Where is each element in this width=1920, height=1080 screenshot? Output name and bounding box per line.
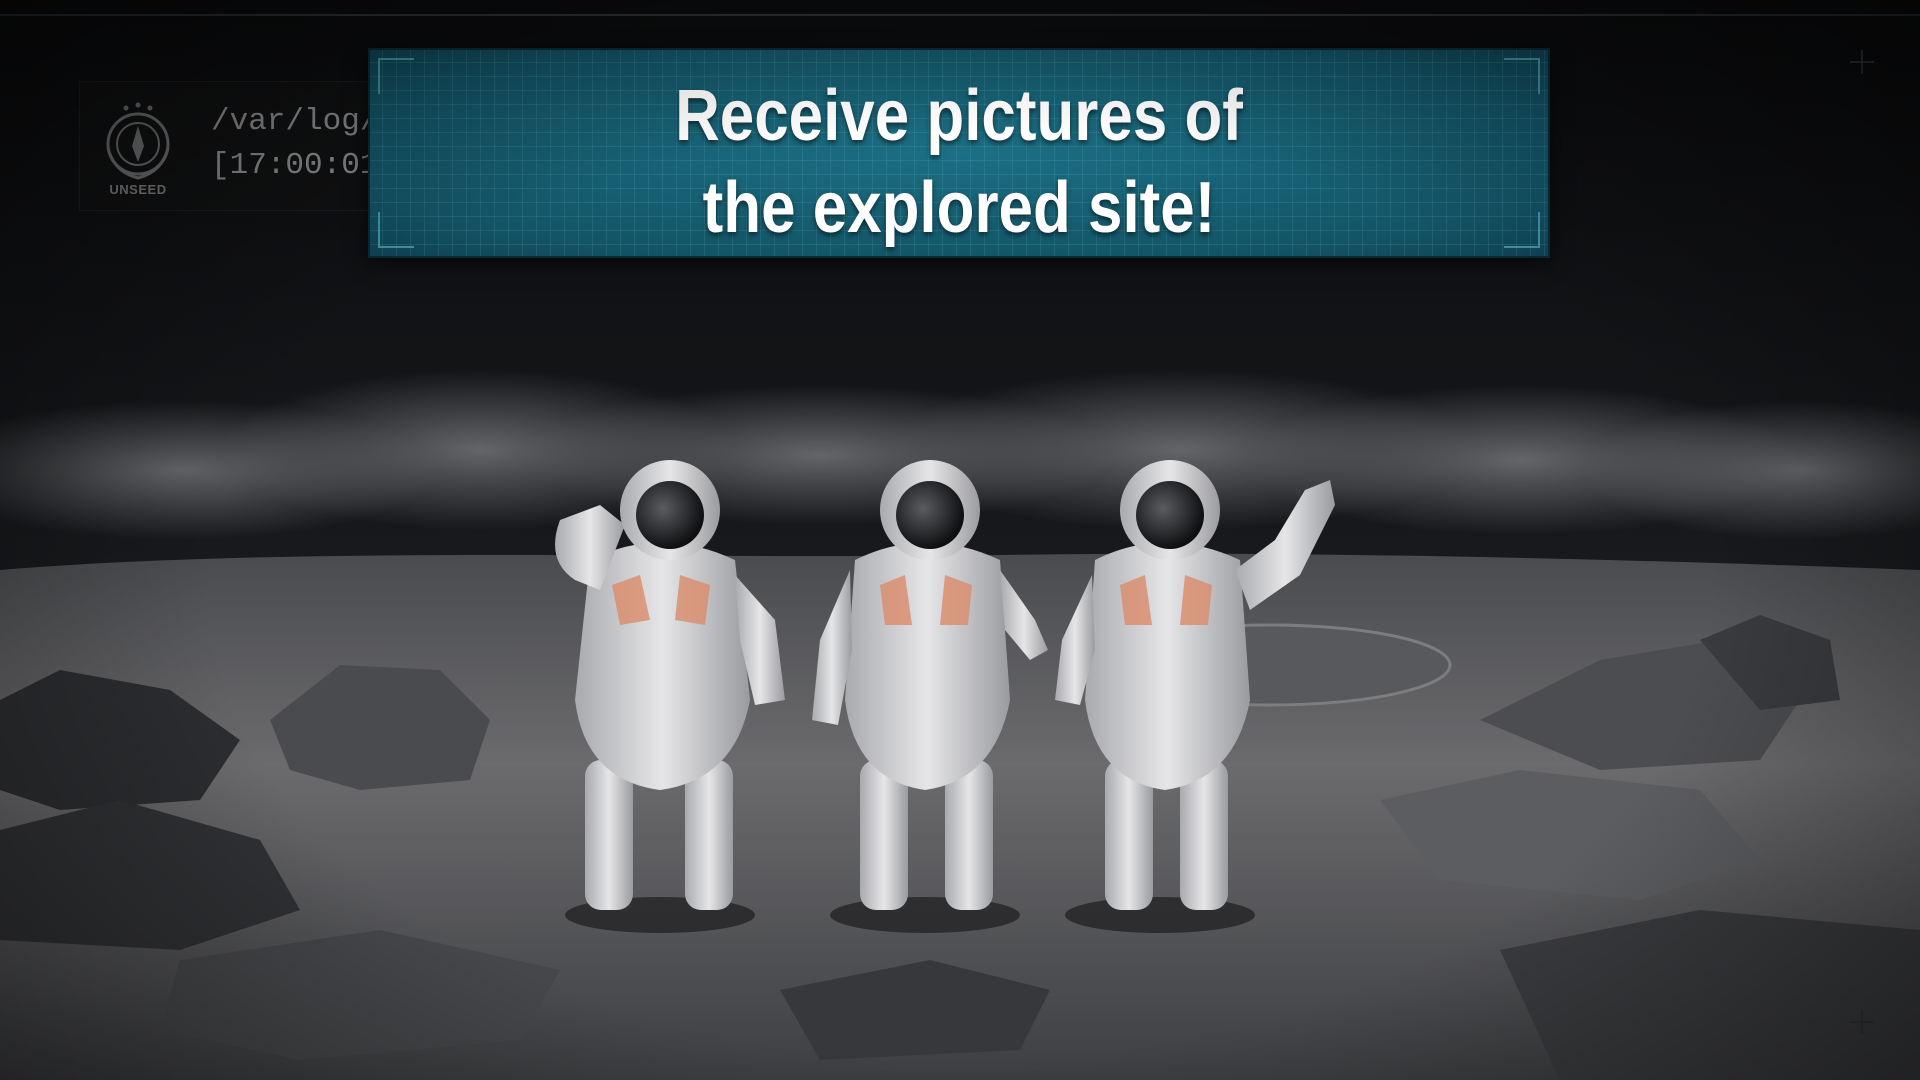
- banner-title: Receive pictures of the explored site!: [451, 70, 1468, 254]
- top-frame-line: [0, 14, 1920, 16]
- banner-corner-mark: [1504, 58, 1540, 94]
- game-screen: UNSEED /var/log/orp [17:00:01] Receive p…: [0, 0, 1920, 1080]
- banner-corner-mark: [378, 58, 414, 94]
- banner-corner-mark: [1504, 212, 1540, 248]
- promo-banner: Receive pictures of the explored site!: [368, 48, 1550, 258]
- banner-corner-mark: [378, 212, 414, 248]
- banner-title-line-1: Receive pictures of: [675, 76, 1243, 156]
- crosshair-marker-bottom-right: [1850, 1010, 1874, 1034]
- logo-label: UNSEED: [109, 182, 167, 197]
- crosshair-marker-top-right: [1850, 50, 1874, 74]
- banner-title-line-2: the explored site!: [702, 168, 1216, 248]
